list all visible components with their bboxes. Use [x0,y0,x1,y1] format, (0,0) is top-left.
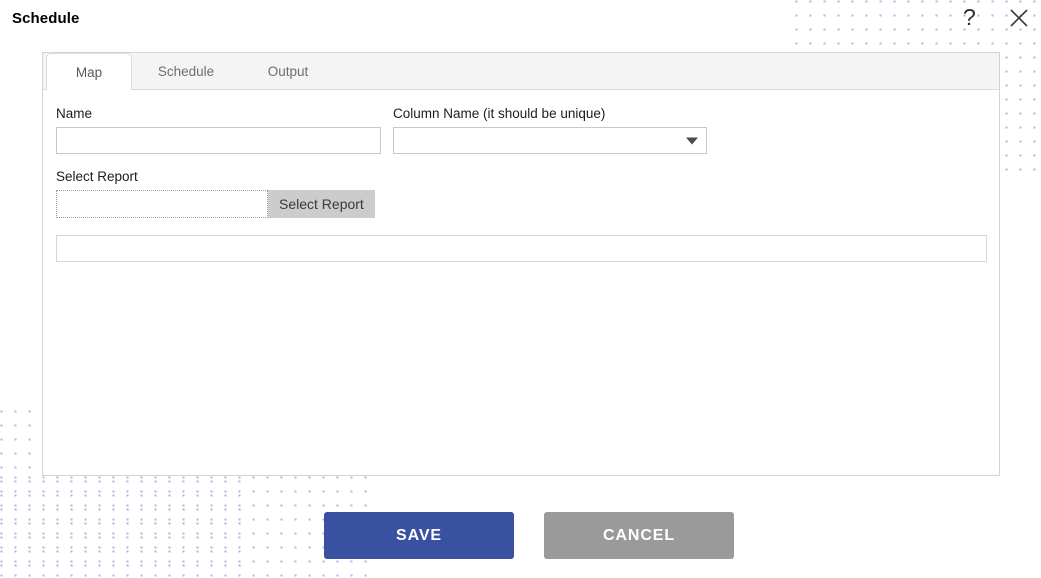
select-report-row: Select Report [56,190,986,218]
close-icon[interactable] [1007,6,1031,30]
tab-output[interactable]: Output [240,53,336,89]
extra-wide-input[interactable] [56,235,987,262]
tab-schedule[interactable]: Schedule [132,53,240,89]
form-row-name-and-column: Name Column Name (it should be unique) [56,106,986,154]
tab-map[interactable]: Map [46,53,132,90]
name-field-group: Name [56,106,381,154]
form-row-select-report: Select Report Select Report [56,169,986,218]
help-icon[interactable]: ? [963,6,976,29]
tab-output-label: Output [267,64,309,79]
column-name-select[interactable] [393,127,707,154]
name-label: Name [56,106,93,121]
column-name-field-group: Column Name (it should be unique) [393,106,707,154]
tab-bar: Map Schedule Output [43,53,999,90]
footer-actions: SAVE CANCEL [324,512,734,559]
select-report-label: Select Report [56,169,138,184]
decorative-dot-pattern-bottom-strip [0,476,375,578]
form-row-extra-field [56,235,987,262]
tab-panel-map: Name Column Name (it should be unique) S… [43,90,999,262]
dialog-panel: Map Schedule Output Name Column Name (it… [42,52,1000,476]
tab-map-label: Map [75,64,103,80]
page-title: Schedule [12,10,80,27]
name-input[interactable] [56,127,381,154]
select-report-input[interactable] [56,190,268,218]
close-x-glyph [1010,9,1028,27]
cancel-button[interactable]: CANCEL [544,512,734,559]
select-report-button[interactable]: Select Report [268,190,375,218]
tab-schedule-label: Schedule [157,64,215,79]
save-button[interactable]: SAVE [324,512,514,559]
column-name-label: Column Name (it should be unique) [393,106,606,121]
column-name-select-wrapper [393,127,707,154]
